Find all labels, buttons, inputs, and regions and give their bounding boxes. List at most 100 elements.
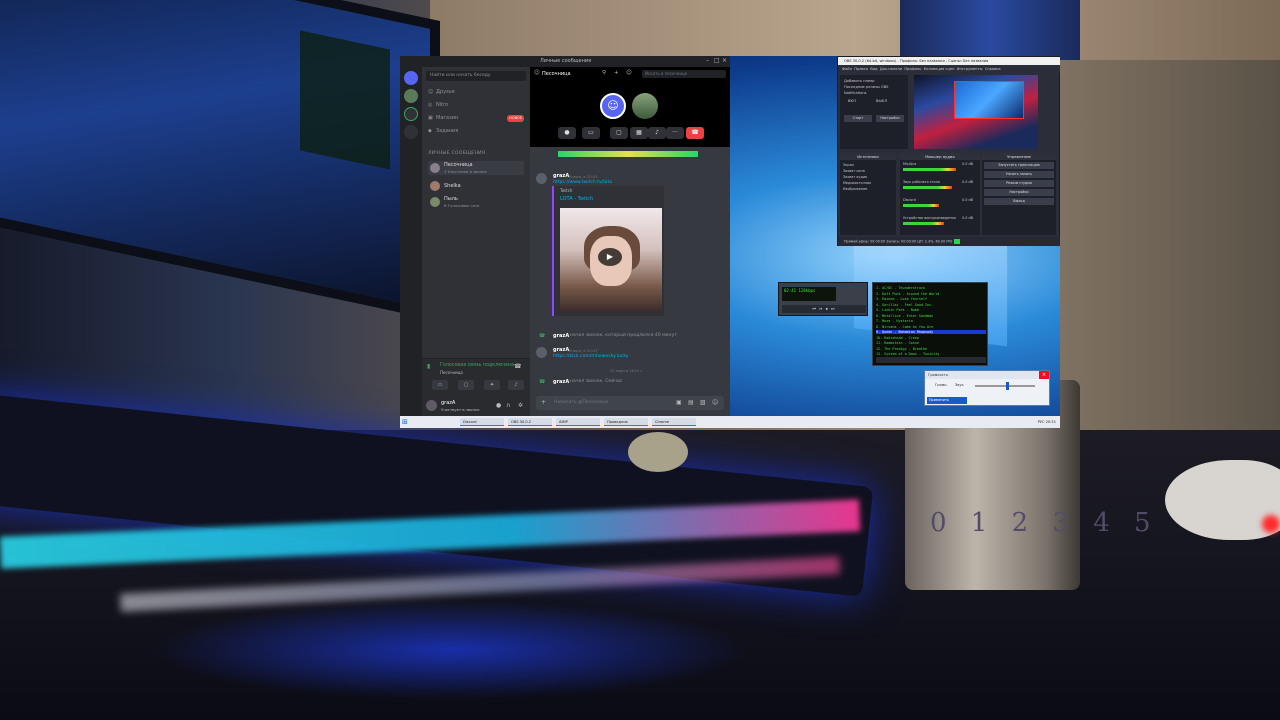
menu-item[interactable]: Док-панели: [880, 67, 902, 71]
playlist-item[interactable]: 11. Rammstein - Sonne: [876, 341, 919, 345]
dm-item[interactable]: Пыль В Голосовом чате: [428, 195, 524, 209]
members-icon[interactable]: ☺: [626, 70, 632, 76]
playlist-item[interactable]: 13. System of a Down - Toxicity: [876, 352, 939, 356]
attach-plus-icon[interactable]: +: [541, 399, 546, 406]
explore-icon[interactable]: [404, 125, 418, 139]
playlist-item[interactable]: 2. Daft Punk - Around the World: [876, 292, 939, 296]
user-avatar[interactable]: [426, 400, 437, 411]
server-list: [400, 67, 422, 416]
aimp-transport-buttons[interactable]: ⏮ ⏯ ⏹ ⏭: [782, 305, 866, 313]
camera-button[interactable]: ▭: [432, 380, 448, 390]
add-member-icon[interactable]: +: [614, 70, 619, 76]
dm-item[interactable]: Shelka: [428, 179, 524, 193]
more-options-icon[interactable]: ···: [666, 127, 684, 139]
menu-item[interactable]: Файл: [842, 67, 852, 71]
obs-settings-button[interactable]: Настройки: [876, 115, 904, 122]
volume-slider-thumb[interactable]: [1006, 382, 1010, 390]
start-stream-button[interactable]: Запустить трансляцию: [984, 162, 1054, 169]
soundboard-button[interactable]: ♪: [508, 380, 524, 390]
volume-slider[interactable]: [975, 382, 1035, 390]
menu-item[interactable]: Профиль: [904, 67, 921, 71]
message-input[interactable]: + Написать @Песочница ▣ ▤ ▧ ☺: [536, 396, 724, 410]
source-item[interactable]: Экран: [843, 163, 854, 167]
playlist-item-selected[interactable]: 9. Queen - Bohemian Rhapsody: [876, 330, 986, 334]
participant-avatar[interactable]: [632, 93, 658, 119]
playlist-item[interactable]: 5. Linkin Park - Numb: [876, 308, 919, 312]
dm-item[interactable]: Песочница 3 Участника в звонке: [428, 161, 524, 175]
activities-button[interactable]: ✦: [484, 380, 500, 390]
menu-item[interactable]: Справка: [985, 67, 1001, 71]
apply-button[interactable]: Применить: [927, 397, 967, 404]
activity-button[interactable]: ▦: [630, 127, 648, 139]
discord-home-icon[interactable]: [404, 71, 418, 85]
taskbar-item[interactable]: Discord: [460, 418, 504, 426]
studio-mode-button[interactable]: Режим студии: [984, 180, 1054, 187]
menu-item[interactable]: Инструменты: [957, 67, 983, 71]
server-icon[interactable]: [404, 89, 418, 103]
playlist-item[interactable]: 6. Metallica - Enter Sandman: [876, 314, 933, 318]
start-recording-button[interactable]: Начать запись: [984, 171, 1054, 178]
obs-settings-control[interactable]: Настройки: [984, 189, 1054, 196]
gif-icon[interactable]: ▤: [688, 399, 694, 406]
audio-level-bar: [558, 151, 698, 157]
disconnect-icon[interactable]: ☎: [514, 363, 521, 370]
source-item[interactable]: Захват аудио: [843, 175, 867, 179]
embed-provider: Twitch: [560, 188, 573, 193]
playlist-item[interactable]: 4. Gorillaz - Feel Good Inc.: [876, 303, 933, 307]
sticker-icon[interactable]: ▧: [700, 399, 706, 406]
play-icon[interactable]: ▶: [598, 248, 622, 266]
dm-search-input[interactable]: Найти или начать беседу: [426, 71, 526, 81]
settings-gear-icon[interactable]: ✲: [518, 402, 523, 409]
minimize-icon[interactable]: –: [706, 57, 709, 64]
message-link[interactable]: https://kick.com/mhowesky.lucky: [553, 354, 629, 359]
menu-item[interactable]: Правка: [854, 67, 868, 71]
playlist-item[interactable]: 8. Nirvana - Come As You Are: [876, 325, 933, 329]
end-call-button[interactable]: ☎: [686, 127, 704, 139]
pin-icon[interactable]: ⚲: [602, 70, 606, 76]
gift-icon[interactable]: ▣: [676, 399, 682, 406]
taskbar-item[interactable]: Chrome: [652, 418, 696, 426]
system-tray[interactable]: РУС 20:51: [1038, 418, 1056, 426]
playlist-item[interactable]: 3. Eminem - Lose Yourself: [876, 297, 927, 301]
nav-shop[interactable]: ▣ Магазин НОВОЕ: [428, 113, 524, 123]
screen-share-call-button[interactable]: ▢: [610, 127, 628, 139]
close-icon[interactable]: ×: [722, 57, 727, 64]
playlist-item[interactable]: 10. Radiohead - Creep: [876, 336, 919, 340]
obs-preview-source[interactable]: [954, 81, 1024, 119]
soundboard-call-button[interactable]: ♪: [648, 127, 666, 139]
taskbar-item[interactable]: Проводник: [604, 418, 648, 426]
taskbar-item[interactable]: OBS 30.0.2: [508, 418, 552, 426]
mic-icon[interactable]: ●: [496, 402, 501, 409]
emoji-icon[interactable]: ☺: [712, 399, 718, 406]
menu-item[interactable]: Вид: [870, 67, 877, 71]
playlist-item[interactable]: 7. Muse - Hysteria: [876, 319, 913, 323]
taskbar-item[interactable]: AIMP: [556, 418, 600, 426]
embed-title[interactable]: LOTA - Twitch: [560, 196, 593, 202]
participant-avatar-discord[interactable]: ☺: [600, 93, 626, 119]
embed-thumbnail[interactable]: ▶: [560, 208, 662, 312]
maximize-icon[interactable]: □: [714, 57, 720, 64]
source-item[interactable]: Медиаисточник: [843, 181, 871, 185]
message-link[interactable]: https://www.twitch.tv/lota: [553, 180, 612, 185]
playlist-item[interactable]: 12. The Prodigy - Breathe: [876, 347, 927, 351]
obs-exit-button[interactable]: Выход: [984, 198, 1054, 205]
nav-quests[interactable]: ◆ Задания: [428, 126, 524, 136]
source-item[interactable]: Захват окна: [843, 169, 865, 173]
nav-nitro[interactable]: ◎ Nitro: [428, 100, 524, 110]
camera-toggle-button[interactable]: ▭: [582, 127, 600, 139]
nav-friends[interactable]: ☺ Друзья: [428, 87, 524, 97]
channel-search-input[interactable]: Искать в песочнице: [642, 70, 726, 78]
headphones-icon[interactable]: ∩: [506, 402, 510, 409]
windows-start-icon[interactable]: ⊞: [402, 418, 410, 426]
mic-toggle-button[interactable]: ●: [558, 127, 576, 139]
menu-item[interactable]: Коллекция сцен: [924, 67, 955, 71]
playlist-item[interactable]: 1. AC/DC - Thunderstruck: [876, 286, 925, 290]
source-item[interactable]: Изображение: [843, 187, 867, 191]
playlist-toolbar[interactable]: [876, 357, 986, 363]
close-icon[interactable]: ×: [1039, 371, 1049, 379]
obs-preview[interactable]: [914, 75, 1038, 149]
add-server-icon[interactable]: [404, 107, 418, 121]
screen-share-button[interactable]: ▢: [458, 380, 474, 390]
voice-channel[interactable]: Песочница: [440, 370, 463, 375]
obs-start-button[interactable]: Старт: [844, 115, 872, 122]
